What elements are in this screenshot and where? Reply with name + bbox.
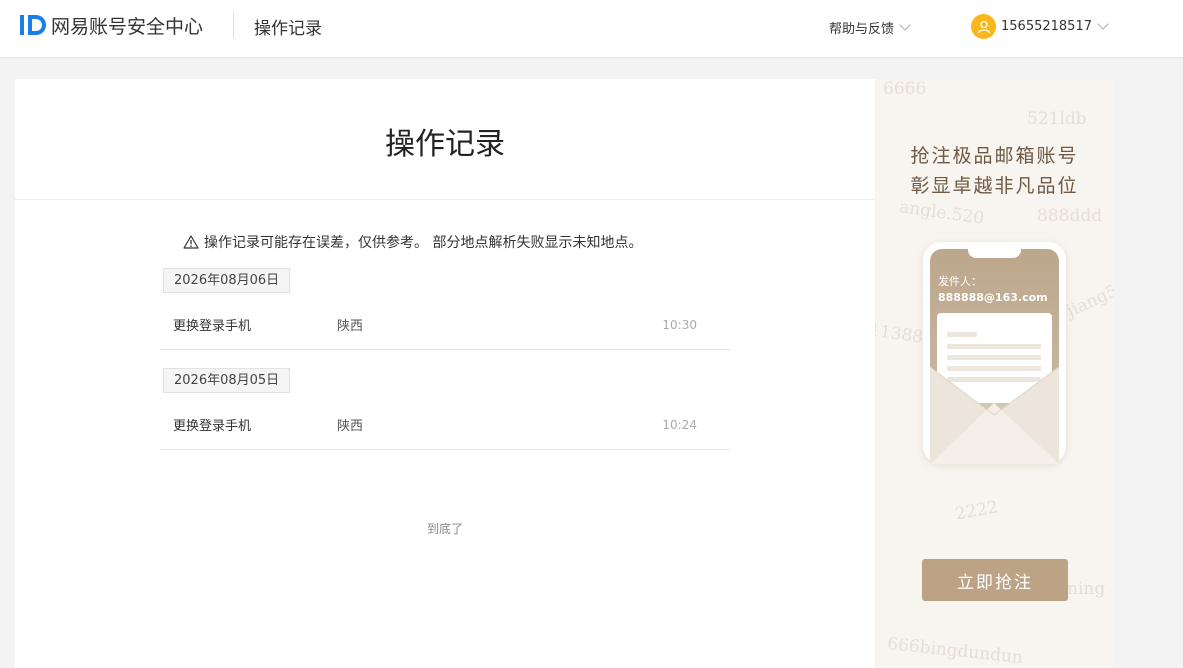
record-place: 陕西 <box>337 419 364 434</box>
envelope-icon <box>930 367 1059 464</box>
header-page-name: 操作记录 <box>254 19 322 39</box>
ad-slogan-line2: 彰显卓越非凡品位 <box>910 175 1079 197</box>
watermark-text: ning <box>1067 579 1106 599</box>
record-action: 更换登录手机 <box>173 419 252 434</box>
watermark-text: 11388 <box>875 320 925 348</box>
id-logo-icon <box>20 15 46 35</box>
title-divider <box>15 199 875 200</box>
record-time: 10:30 <box>662 318 697 332</box>
register-now-button[interactable]: 立即抢注 <box>922 559 1068 601</box>
top-header: 网易账号安全中心 操作记录 帮助与反馈 15655218517 <box>0 0 1183 58</box>
watermark-text: 666bingdundun <box>886 633 1024 668</box>
record-group: 2026年08月05日 更换登录手机 陕西 10:24 <box>160 368 730 450</box>
chevron-down-icon <box>899 19 911 31</box>
phone-notch <box>968 249 1021 258</box>
notice-text: 操作记录可能存在误差，仅供参考。 部分地点解析失败显示未知地点。 <box>204 235 643 251</box>
sender-email: 888888@163.com <box>938 291 1048 304</box>
ad-slogan-line1: 抢注极品邮箱账号 <box>910 145 1079 167</box>
watermark-text: 6666 <box>883 79 927 99</box>
brand-name: 网易账号安全中心 <box>51 15 204 38</box>
chevron-down-icon <box>1097 18 1109 30</box>
watermark-text: 2222 <box>953 497 1000 525</box>
username: 15655218517 <box>1001 19 1092 34</box>
warning-icon <box>183 235 199 249</box>
letter-line <box>947 355 1041 360</box>
date-tag: 2026年08月05日 <box>163 368 291 393</box>
letter-line <box>947 332 977 337</box>
sender-label: 发件人： <box>938 275 982 288</box>
user-menu[interactable]: 15655218517 <box>971 14 1109 39</box>
operation-log-card: 操作记录 操作记录可能存在误差，仅供参考。 部分地点解析失败显示未知地点。 20… <box>15 79 875 668</box>
watermark-text: 888ddd <box>1037 206 1103 226</box>
watermark-text: 521ldb <box>1027 109 1087 129</box>
brand-logo[interactable]: 网易账号安全中心 <box>19 13 204 38</box>
list-end-text: 到底了 <box>426 522 463 536</box>
user-avatar-icon <box>971 14 996 39</box>
record-place: 陕西 <box>337 319 364 334</box>
header-divider <box>233 12 234 38</box>
date-tag: 2026年08月06日 <box>163 268 291 293</box>
page-title: 操作记录 <box>385 127 505 162</box>
notice: 操作记录可能存在误差，仅供参考。 部分地点解析失败显示未知地点。 <box>183 232 642 252</box>
help-feedback-label: 帮助与反馈 <box>829 22 895 37</box>
record-group: 2026年08月06日 更换登录手机 陕西 10:30 <box>160 268 730 350</box>
record-action: 更换登录手机 <box>173 319 252 334</box>
phone-screen: 发件人： 888888@163.com <box>930 249 1059 464</box>
phone-illustration: 发件人： 888888@163.com <box>923 242 1066 464</box>
help-feedback-menu[interactable]: 帮助与反馈 <box>829 18 911 37</box>
email-ad-banner[interactable]: 6666 521ldb angle.520 888ddd 11388 jiang… <box>875 79 1114 668</box>
watermark-text: jiang58 <box>1063 276 1114 322</box>
record-time: 10:24 <box>662 418 697 432</box>
watermark-text: angle.520 <box>898 197 986 229</box>
letter-line <box>947 344 1041 349</box>
